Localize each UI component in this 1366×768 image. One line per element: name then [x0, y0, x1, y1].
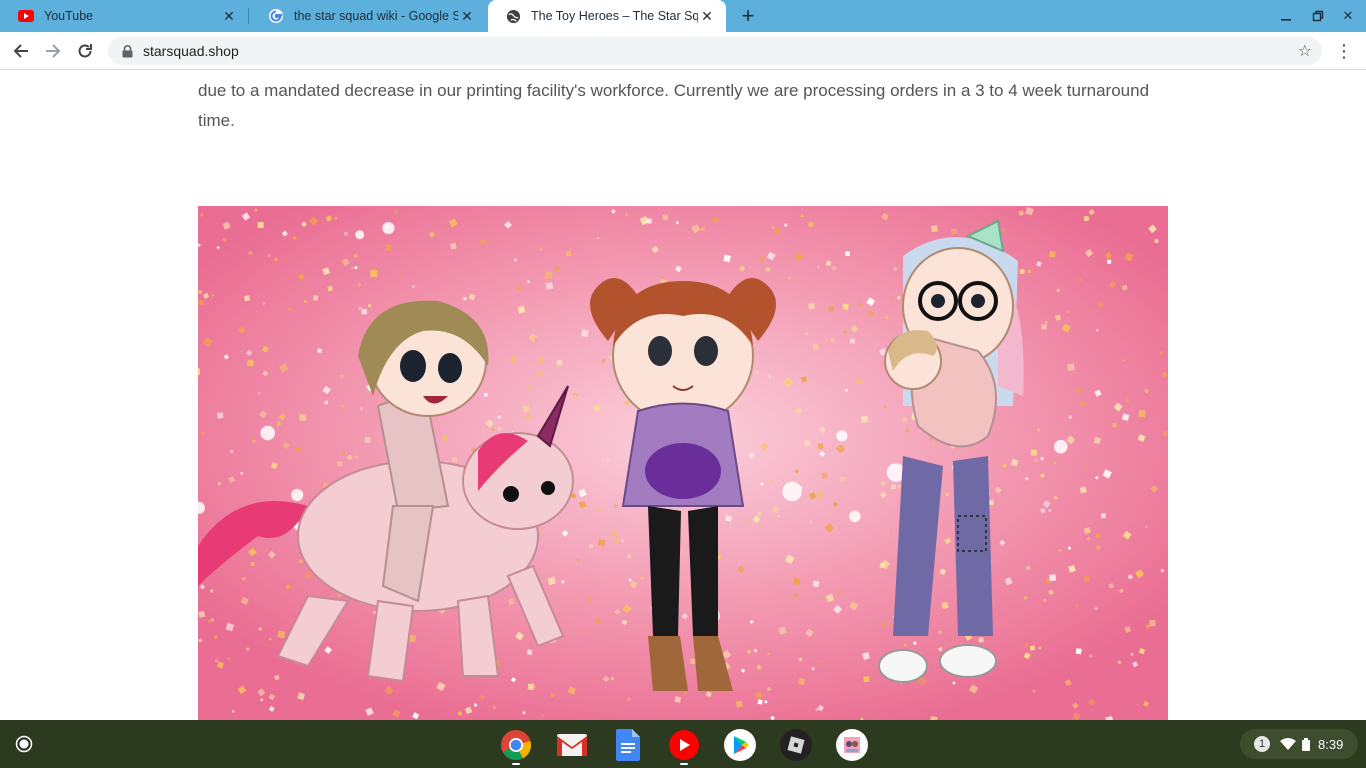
- youtube-icon: [18, 10, 34, 22]
- running-indicator: [512, 763, 520, 765]
- back-button[interactable]: [8, 38, 34, 64]
- lock-icon: [122, 44, 134, 58]
- tab-youtube[interactable]: YouTube ✕: [0, 0, 248, 32]
- shelf-app-gmail[interactable]: [555, 728, 589, 762]
- close-icon[interactable]: ✕: [698, 7, 716, 25]
- reload-icon: [78, 44, 92, 58]
- tab-strip: YouTube ✕ the star squad wiki - Google S…: [0, 0, 1366, 32]
- shelf-app-play-store[interactable]: [723, 728, 757, 762]
- tab-toy-heroes[interactable]: The Toy Heroes – The Star Squa ✕: [488, 0, 726, 32]
- new-tab-button[interactable]: +: [736, 3, 760, 28]
- bookmark-star-icon[interactable]: ☆: [1298, 41, 1312, 61]
- tab-title: the star squad wiki - Google Sear: [294, 9, 458, 23]
- shelf-app-custom[interactable]: [835, 728, 869, 762]
- launcher-button[interactable]: [8, 732, 40, 756]
- restore-button[interactable]: [1308, 6, 1328, 26]
- shelf-app-roblox[interactable]: [779, 728, 813, 762]
- tab-title: The Toy Heroes – The Star Squa: [531, 9, 698, 23]
- notification-count: 1: [1254, 736, 1270, 752]
- running-indicator: [680, 763, 688, 765]
- close-icon: ✕: [1342, 8, 1354, 23]
- play-store-icon: [724, 729, 756, 761]
- page-content: due to a mandated decrease in our printi…: [0, 71, 1366, 720]
- browser-menu-button[interactable]: ⋮: [1334, 38, 1354, 64]
- minimize-icon: [1281, 19, 1291, 21]
- tab-title: YouTube: [44, 9, 94, 23]
- roblox-icon: [780, 729, 812, 761]
- tab-google-search[interactable]: the star squad wiki - Google Sear ✕: [250, 0, 486, 32]
- status-tray[interactable]: 1 8:39: [1240, 729, 1358, 759]
- os-shelf: 1 8:39: [0, 720, 1366, 768]
- gmail-icon: [557, 734, 587, 756]
- shelf-app-youtube[interactable]: [667, 728, 701, 762]
- custom-app-icon: [836, 729, 868, 761]
- close-window-button[interactable]: ✕: [1338, 6, 1358, 26]
- clock: 8:39: [1318, 736, 1344, 752]
- address-bar[interactable]: starsquad.shop ☆: [108, 37, 1322, 65]
- forward-button[interactable]: [40, 38, 66, 64]
- kebab-menu-icon: ⋮: [1335, 40, 1353, 61]
- launcher-icon: [15, 735, 33, 753]
- restore-icon: [1312, 10, 1324, 22]
- browser-toolbar: starsquad.shop ☆ ⋮: [0, 32, 1366, 70]
- globe-icon: [506, 9, 521, 24]
- url-text: starsquad.shop: [143, 43, 239, 59]
- docs-icon: [616, 729, 640, 761]
- plus-icon: +: [741, 3, 755, 28]
- arrow-right-icon: [46, 44, 61, 58]
- google-icon: [268, 8, 284, 24]
- battery-icon: [1302, 737, 1310, 751]
- minimize-button[interactable]: [1276, 6, 1296, 26]
- tab-separator: [248, 8, 249, 24]
- youtube-icon: [669, 730, 699, 760]
- reload-button[interactable]: [72, 38, 98, 64]
- wifi-icon: [1280, 738, 1296, 750]
- arrow-left-icon: [13, 44, 28, 58]
- shelf-app-docs[interactable]: [611, 728, 645, 762]
- hero-image: [198, 206, 1168, 720]
- close-icon[interactable]: ✕: [220, 7, 238, 25]
- shipping-notice: due to a mandated decrease in our printi…: [198, 81, 1150, 130]
- close-icon[interactable]: ✕: [458, 7, 476, 25]
- chrome-icon: [501, 730, 532, 760]
- shelf-app-chrome[interactable]: [499, 728, 533, 762]
- hero-illustration: [198, 206, 1168, 720]
